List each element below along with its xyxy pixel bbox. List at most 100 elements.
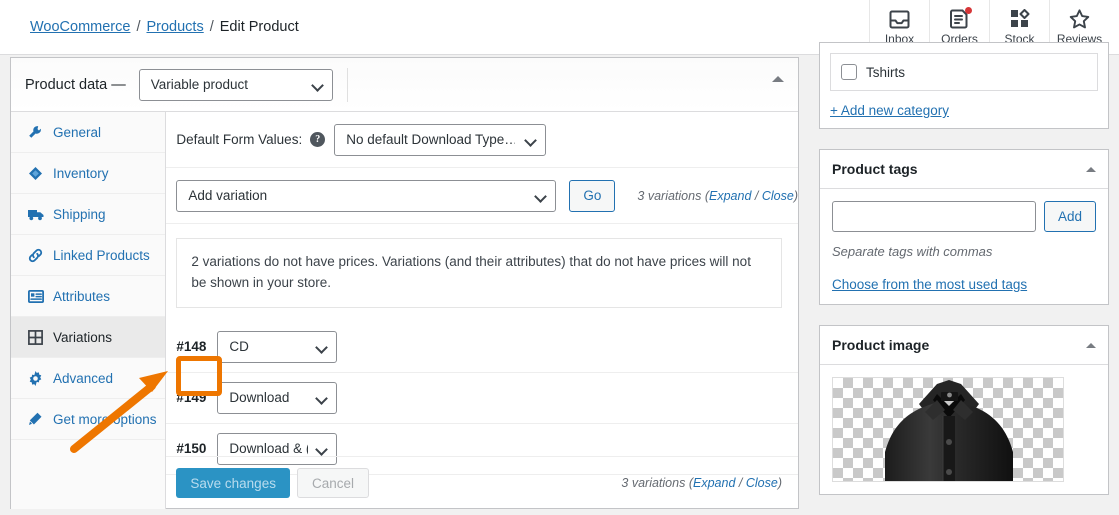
add-variation-select[interactable]: Add variation xyxy=(176,179,557,212)
product-data-body: General Inventory Shipping Linked Produc… xyxy=(11,112,798,509)
sidebar-item-shipping[interactable]: Shipping xyxy=(11,194,166,235)
help-tip-icon[interactable]: ? xyxy=(310,132,326,147)
go-button[interactable]: Go xyxy=(569,179,616,212)
product-image-thumbnail[interactable] xyxy=(832,377,1064,482)
variation-id-148: #148 xyxy=(176,339,207,355)
add-tag-button[interactable]: Add xyxy=(1043,201,1096,232)
product-data-tabs: General Inventory Shipping Linked Produc… xyxy=(11,112,167,509)
default-download-type-select-wrapper: No default Download Type… xyxy=(334,123,547,156)
breadcrumb-current: Edit Product xyxy=(219,19,299,35)
product-tags-header: Product tags xyxy=(820,150,1108,189)
tab-label-inventory: Inventory xyxy=(53,165,109,181)
default-download-type-select[interactable]: No default Download Type… xyxy=(334,123,547,156)
default-form-values-row: Default Form Values: ? No default Downlo… xyxy=(166,112,798,168)
panel-collapse-toggle[interactable] xyxy=(772,76,784,82)
header-divider xyxy=(346,67,348,102)
variation-select-wrapper-148: CD xyxy=(217,330,338,363)
list-item[interactable]: Tshirts xyxy=(841,62,1087,82)
variation-count-text-bottom: 3 variations xyxy=(621,476,686,490)
variation-id-149: #149 xyxy=(176,390,207,406)
product-image-header: Product image xyxy=(820,326,1108,365)
sidebar-item-inventory[interactable]: Inventory xyxy=(11,153,166,194)
megaphone-icon xyxy=(27,412,44,426)
product-image-collapse-toggle[interactable] xyxy=(1086,343,1096,348)
tab-label-get-more-options: Get more options xyxy=(53,411,157,427)
product-image-title: Product image xyxy=(832,337,930,353)
cancel-button[interactable]: Cancel xyxy=(296,468,369,498)
variation-select-148[interactable]: CD xyxy=(217,330,338,363)
link-icon xyxy=(27,248,44,263)
variation-select-wrapper-149: Download xyxy=(217,381,338,414)
table-row: #149 Download xyxy=(166,373,798,424)
tag-hint: Separate tags with commas xyxy=(832,244,993,259)
tab-label-linked-products: Linked Products xyxy=(53,247,150,263)
close-link-top[interactable]: Close xyxy=(762,189,794,203)
product-tags-panel: Product tags Add Separate tags with comm… xyxy=(819,149,1109,305)
variations-panel: Default Form Values: ? No default Downlo… xyxy=(166,112,798,509)
variation-count-text-top: 3 variations xyxy=(637,188,702,203)
inbox-icon xyxy=(889,8,910,29)
expand-link-bottom[interactable]: Expand xyxy=(693,476,735,490)
sidebar-item-general[interactable]: General xyxy=(11,112,166,153)
variations-toolbar: Add variation Go 3 variations (Expand / … xyxy=(166,168,798,224)
product-image-panel: Product image xyxy=(819,325,1109,495)
right-sidebar: Tshirts + Add new category Product tags … xyxy=(819,42,1109,515)
tag-input-row: Add xyxy=(832,201,1096,232)
table-row: #148 CD xyxy=(166,322,798,373)
most-used-tags-link[interactable]: Choose from the most used tags xyxy=(832,277,1027,292)
breadcrumb-woocommerce[interactable]: WooCommerce xyxy=(30,19,130,35)
variation-id-150: #150 xyxy=(176,441,207,457)
wrench-icon xyxy=(27,125,44,140)
variations-price-notice: 2 variations do not have prices. Variati… xyxy=(176,238,783,308)
tab-label-attributes: Attributes xyxy=(53,288,111,304)
sidebar-item-variations[interactable]: Variations xyxy=(11,317,166,358)
product-tags-collapse-toggle[interactable] xyxy=(1086,167,1096,172)
sidebar-item-attributes[interactable]: Attributes xyxy=(11,276,166,317)
sidebar-item-linked-products[interactable]: Linked Products xyxy=(11,235,166,276)
add-new-category-link[interactable]: + Add new category xyxy=(830,103,949,118)
tab-label-variations: Variations xyxy=(53,329,113,345)
product-data-title: Product data — xyxy=(25,76,126,93)
reviews-star-icon xyxy=(1069,8,1090,29)
product-categories-panel: Tshirts + Add new category xyxy=(819,42,1109,129)
count-sep-bottom: / xyxy=(738,476,743,490)
category-checkbox-tshirts[interactable] xyxy=(841,64,857,80)
breadcrumb-separator-1: / xyxy=(136,19,141,35)
paren-close-bottom: ) xyxy=(777,476,782,490)
product-data-header: Product data — Variable product xyxy=(11,58,798,112)
orders-notification-badge xyxy=(965,7,972,14)
product-image-body xyxy=(832,377,1096,482)
product-type-select[interactable]: Variable product xyxy=(138,68,333,101)
variation-select-149[interactable]: Download xyxy=(217,381,338,414)
stock-icon xyxy=(1010,8,1030,29)
category-label-tshirts: Tshirts xyxy=(866,64,906,80)
truck-icon xyxy=(27,208,44,221)
product-tags-body: Add Separate tags with commas Choose fro… xyxy=(820,189,1108,304)
count-sep-top: / xyxy=(754,188,759,203)
category-list: Tshirts xyxy=(830,53,1098,91)
gear-icon xyxy=(27,370,44,386)
sidebar-item-advanced[interactable]: Advanced xyxy=(11,358,166,399)
tag-input[interactable] xyxy=(832,201,1036,232)
save-changes-button[interactable]: Save changes xyxy=(176,468,290,498)
expand-link-top[interactable]: Expand xyxy=(709,189,751,203)
variation-count-bottom: 3 variations (Expand / Close) xyxy=(621,476,782,490)
variation-count-top: 3 variations (Expand / Close) xyxy=(637,189,798,203)
paren-close-top: ) xyxy=(793,188,798,203)
tab-label-shipping: Shipping xyxy=(53,206,106,222)
breadcrumb-products[interactable]: Products xyxy=(146,19,203,35)
grid-icon xyxy=(27,329,44,345)
orders-icon xyxy=(950,7,972,29)
add-variation-select-wrapper: Add variation xyxy=(176,179,557,212)
tab-label-advanced: Advanced xyxy=(53,370,114,386)
sidebar-item-get-more-options[interactable]: Get more options xyxy=(11,399,166,440)
default-form-values-label: Default Form Values: xyxy=(176,132,303,147)
close-link-bottom[interactable]: Close xyxy=(746,476,778,490)
breadcrumb-separator-2: / xyxy=(209,19,214,35)
layers-icon xyxy=(27,166,44,181)
list-icon xyxy=(27,289,44,303)
tab-label-general: General xyxy=(53,124,102,140)
product-data-panel: Product data — Variable product General xyxy=(10,57,799,509)
product-type-select-wrapper: Variable product xyxy=(138,68,333,101)
variations-actions-bar: Save changes Cancel 3 variations (Expand… xyxy=(166,456,798,509)
